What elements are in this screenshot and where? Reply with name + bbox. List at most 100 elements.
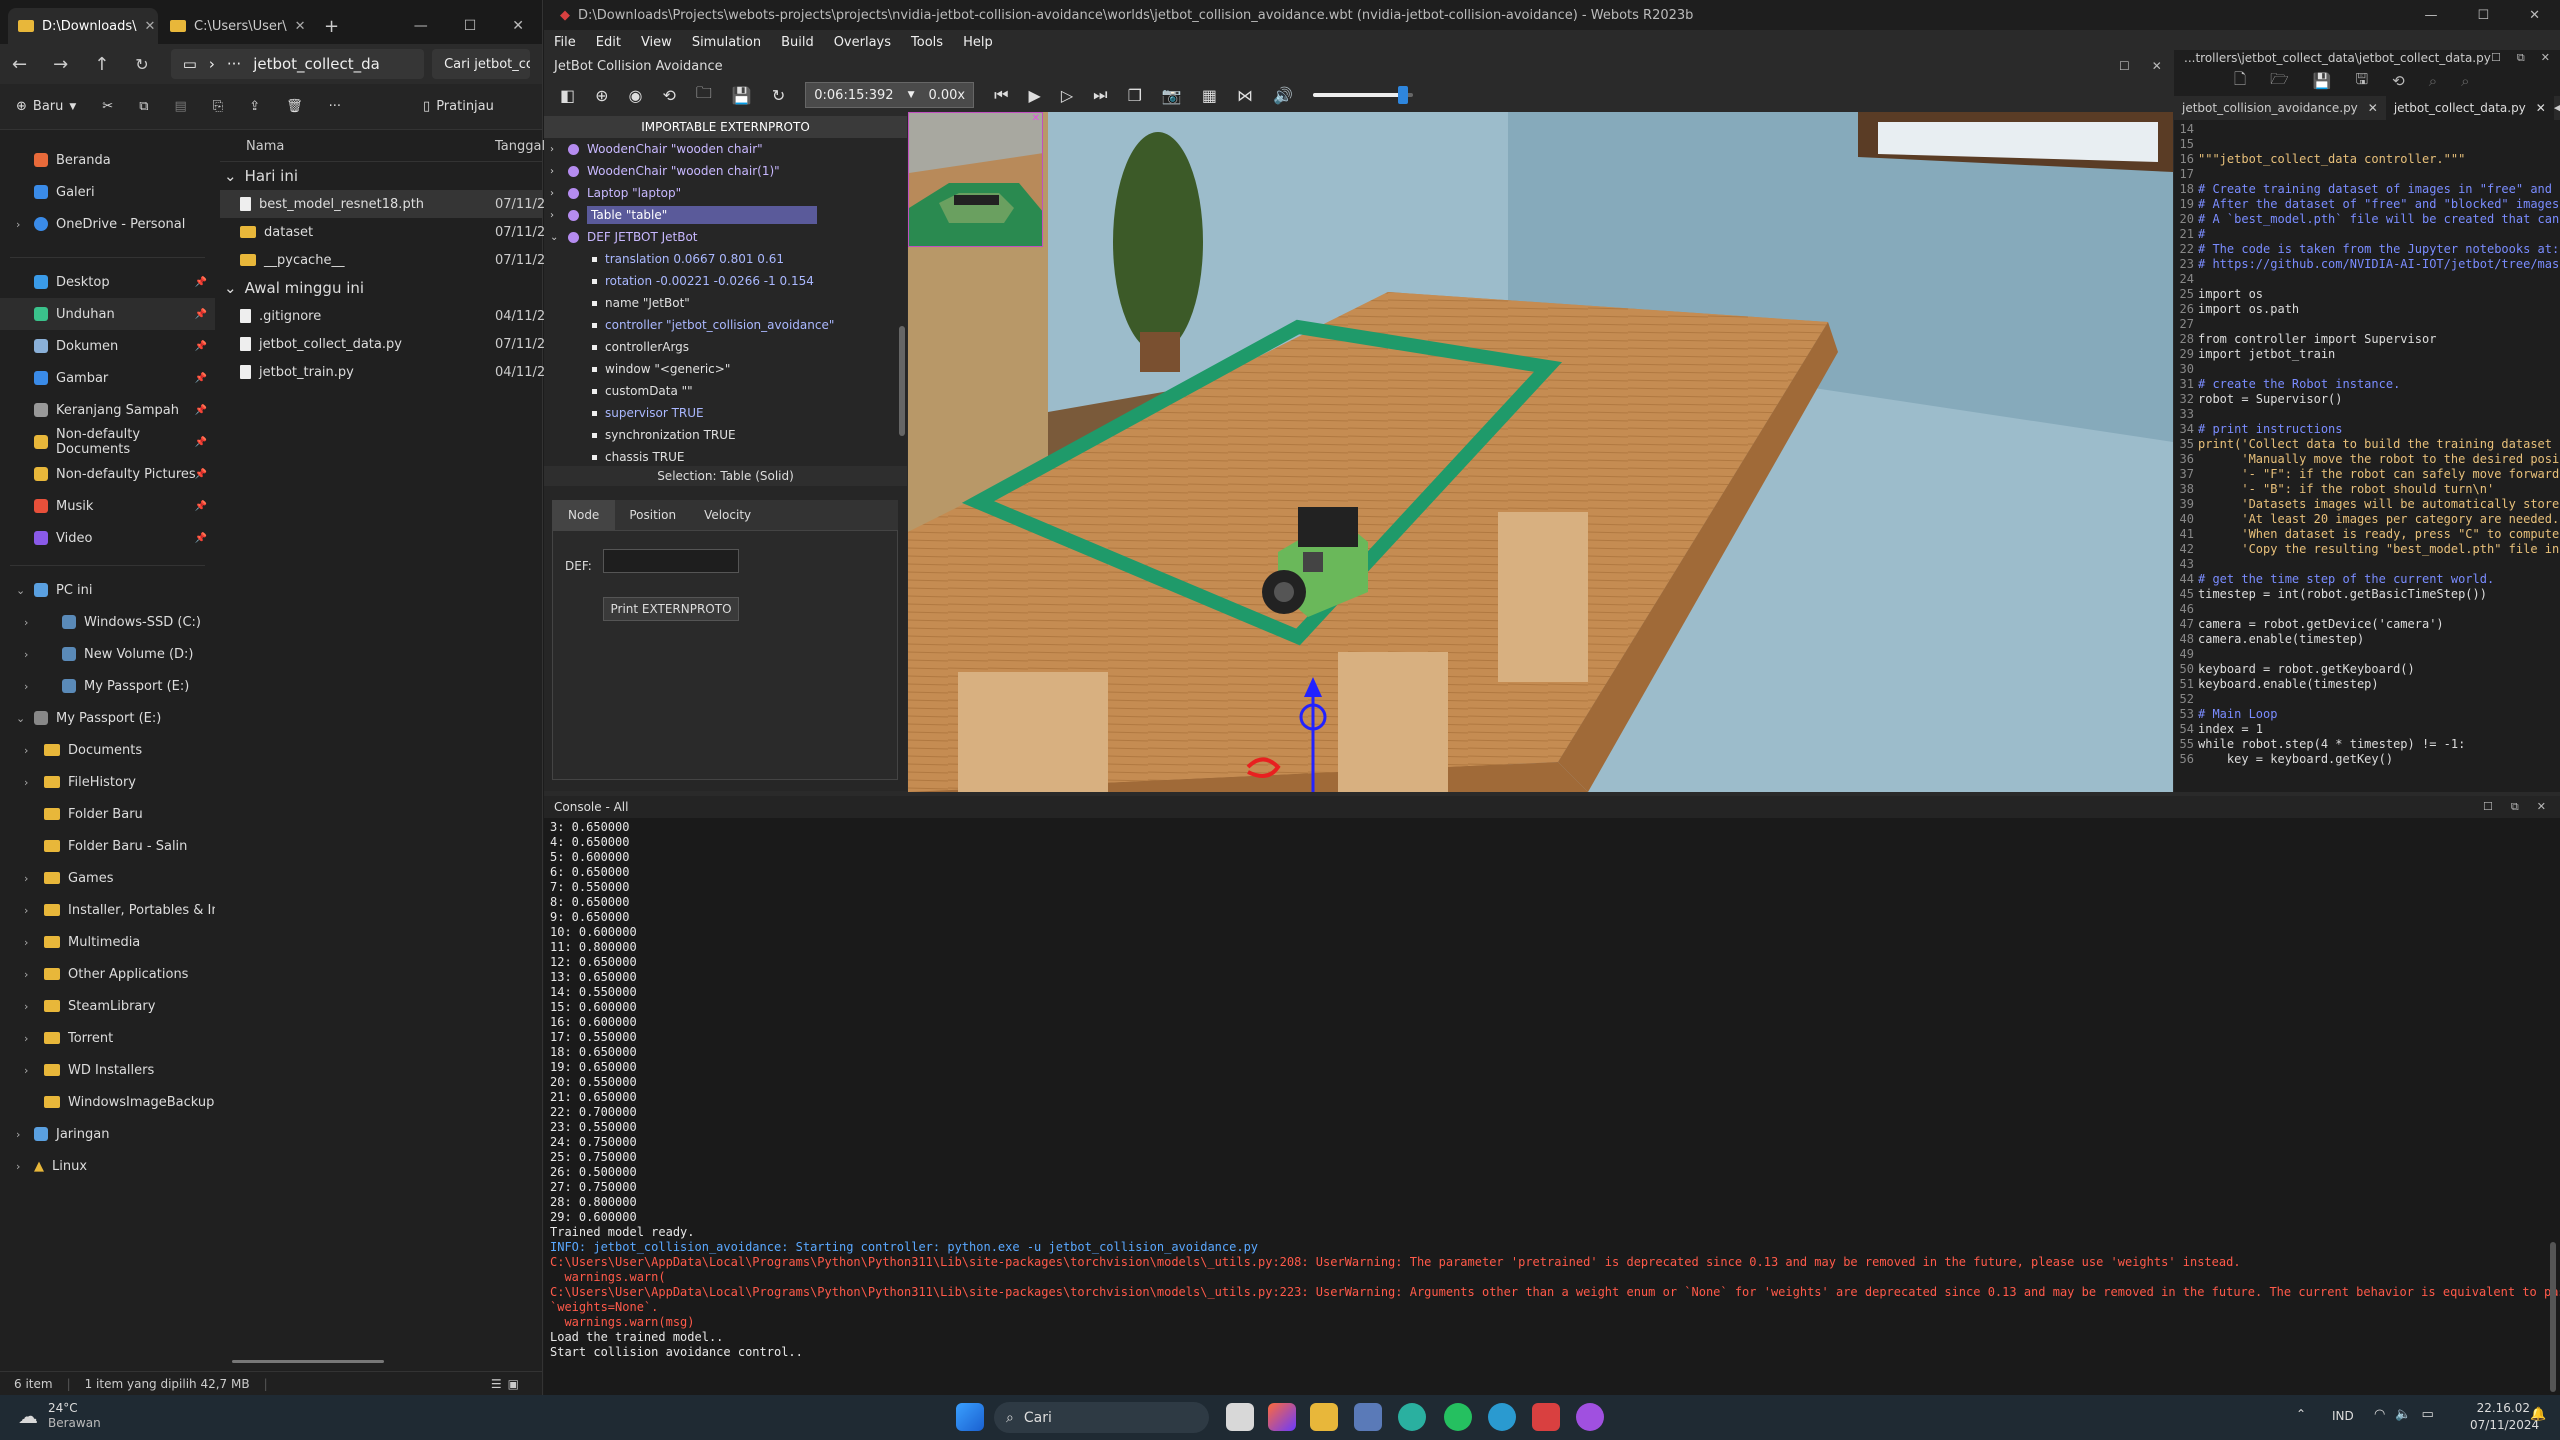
new-button[interactable]: ⊕ Baru ▼ bbox=[16, 99, 76, 114]
refresh-icon[interactable]: ↻ bbox=[135, 55, 148, 74]
nav-item-onedrive[interactable]: › OneDrive - Personal bbox=[0, 208, 215, 240]
chevron-right-icon[interactable]: › bbox=[24, 872, 28, 885]
paste-icon[interactable]: ▤ bbox=[175, 99, 187, 114]
open-file-icon[interactable]: 🗁 bbox=[2270, 69, 2289, 94]
pin-icon[interactable]: 📌 bbox=[195, 437, 207, 448]
edge-dev-icon[interactable] bbox=[1488, 1403, 1516, 1431]
close-tab-icon[interactable]: ✕ bbox=[145, 19, 156, 34]
nav-item-gallery[interactable]: Galeri bbox=[0, 176, 215, 208]
nav-item-pinned[interactable]: Non-defaulty Documents 📌 bbox=[0, 426, 215, 458]
minimize-icon[interactable]: — bbox=[414, 18, 428, 34]
chevron-right-icon[interactable]: › bbox=[24, 968, 28, 981]
file-row[interactable]: dataset 07/11/202 bbox=[220, 218, 562, 246]
scene-tree-node[interactable]: › WoodenChair "wooden chair" bbox=[544, 138, 907, 160]
delete-icon[interactable]: 🗑 bbox=[286, 99, 303, 114]
maximize-icon[interactable]: ⧉ bbox=[2517, 51, 2525, 65]
chevron-down-icon[interactable]: ⌄ bbox=[16, 584, 25, 597]
fast-forward-icon[interactable]: ⏭ bbox=[1093, 85, 1107, 105]
nav-item-drive[interactable]: › My Passport (E:) bbox=[0, 670, 215, 702]
share-icon[interactable]: ⋈ bbox=[1237, 86, 1253, 105]
save-world-icon[interactable]: 💾 bbox=[732, 86, 752, 105]
task-view-icon[interactable] bbox=[1226, 1403, 1254, 1431]
scene-tree-node[interactable]: ⌄ DEF JETBOT JetBot bbox=[544, 226, 907, 248]
volume-slider[interactable] bbox=[1312, 86, 1413, 104]
pin-icon[interactable]: 📌 bbox=[195, 405, 207, 416]
scene-tree-node[interactable]: › WoodenChair "wooden chair(1)" bbox=[544, 160, 907, 182]
close-tab-icon[interactable]: ✕ bbox=[295, 19, 306, 34]
pin-icon[interactable]: 📌 bbox=[195, 373, 207, 384]
nav-item-folder[interactable]: › Multimedia bbox=[0, 926, 215, 958]
3d-scene[interactable] bbox=[908, 112, 2173, 792]
print-externproto-button[interactable]: Print EXTERNPROTO bbox=[603, 597, 739, 621]
chevron-right-icon[interactable]: › bbox=[550, 210, 560, 221]
explorer-tab-downloads[interactable]: D:\Downloads\ ✕ bbox=[8, 8, 158, 44]
def-input[interactable] bbox=[603, 549, 739, 573]
minimize-icon[interactable]: — bbox=[2424, 8, 2437, 23]
nav-item-pinned[interactable]: Non-defaulty Pictures 📌 bbox=[0, 458, 215, 490]
copy-icon[interactable]: ⧉ bbox=[139, 99, 148, 114]
menu-item-help[interactable]: Help bbox=[963, 35, 993, 50]
nav-item-network[interactable]: › Jaringan bbox=[0, 1118, 215, 1150]
chevron-right-icon[interactable]: › bbox=[16, 1160, 20, 1173]
horizontal-scrollbar[interactable] bbox=[232, 1360, 384, 1363]
nav-item-folder[interactable]: Folder Baru - Salin bbox=[0, 830, 215, 862]
chevron-up-icon[interactable]: ⌃ bbox=[2296, 1407, 2306, 1421]
file-row[interactable]: best_model_resnet18.pth 07/11/202 bbox=[220, 190, 562, 218]
group-header-today[interactable]: ⌄ Hari ini bbox=[220, 162, 543, 190]
chevron-right-icon[interactable]: › bbox=[24, 680, 28, 693]
tab-velocity[interactable]: Velocity bbox=[690, 500, 765, 530]
column-name[interactable]: Nama bbox=[246, 139, 284, 154]
menu-item-overlays[interactable]: Overlays bbox=[834, 35, 891, 50]
nav-item-pinned[interactable]: Video 📌 bbox=[0, 522, 215, 554]
nav-item-linux[interactable]: › ▲ Linux bbox=[0, 1150, 215, 1182]
photos-icon[interactable] bbox=[1354, 1403, 1382, 1431]
scene-tree-field[interactable]: translation 0.0667 0.801 0.61 bbox=[544, 248, 907, 270]
scene-tree-scrollbar[interactable] bbox=[899, 326, 905, 436]
chevron-down-icon[interactable]: ▼ bbox=[908, 90, 915, 100]
undock-icon[interactable]: ☐ bbox=[2491, 51, 2501, 65]
nav-item-pinned[interactable]: Keranjang Sampah 📌 bbox=[0, 394, 215, 426]
details-view-icon[interactable]: ☰ bbox=[491, 1377, 502, 1391]
chevron-right-icon[interactable]: › bbox=[24, 1032, 28, 1045]
chevron-right-icon[interactable]: › bbox=[550, 144, 560, 155]
chevron-right-icon[interactable]: › bbox=[24, 616, 28, 629]
toggle-scene-tree-icon[interactable]: ◧ bbox=[560, 86, 575, 105]
revert-icon[interactable]: ⟲ bbox=[2392, 72, 2405, 90]
save-all-icon[interactable]: 🖫 bbox=[2355, 69, 2368, 94]
chevron-right-icon[interactable]: › bbox=[24, 744, 28, 757]
3d-viewport[interactable]: ✕ bbox=[908, 112, 2173, 792]
scene-tree-node[interactable]: › Table "table" bbox=[544, 204, 907, 226]
scene-tree-field[interactable]: rotation -0.00221 -0.0266 -1 0.154 bbox=[544, 270, 907, 292]
nav-item-this-pc[interactable]: ⌄ PC ini bbox=[0, 574, 215, 606]
preview-button[interactable]: ▯ Pratinjau bbox=[423, 99, 494, 114]
nav-item-drive[interactable]: › New Volume (D:) bbox=[0, 638, 215, 670]
file-row[interactable]: jetbot_collect_data.py 07/11/202 bbox=[220, 330, 562, 358]
maximize-icon[interactable]: ⧉ bbox=[2511, 800, 2519, 814]
pin-icon[interactable]: 📌 bbox=[195, 469, 207, 480]
nav-item-folder[interactable]: › SteamLibrary bbox=[0, 990, 215, 1022]
scene-tree-field[interactable]: controller "jetbot_collision_avoidance" bbox=[544, 314, 907, 336]
nav-item-folder[interactable]: › Installer, Portables & Images bbox=[0, 894, 215, 926]
more-icon[interactable]: ··· bbox=[227, 55, 241, 73]
volume-knob[interactable] bbox=[1397, 86, 1408, 104]
chevron-right-icon[interactable]: › bbox=[24, 648, 28, 661]
nav-item-my-passport[interactable]: ⌄ My Passport (E:) bbox=[0, 702, 215, 734]
chevron-right-icon[interactable]: › bbox=[24, 1000, 28, 1013]
record-icon[interactable]: ▦ bbox=[1202, 86, 1217, 105]
pin-icon[interactable]: 📌 bbox=[195, 533, 207, 544]
file-row[interactable]: .gitignore 04/11/202 bbox=[220, 302, 562, 330]
play-icon[interactable]: ▶ bbox=[1029, 86, 1041, 105]
tiles-view-icon[interactable]: ▣ bbox=[508, 1377, 519, 1391]
replace-icon[interactable]: ⌕ bbox=[2461, 72, 2469, 90]
chevron-right-icon[interactable]: › bbox=[16, 1128, 20, 1141]
nav-item-pinned[interactable]: Unduhan 📌 bbox=[0, 298, 215, 330]
weather-widget[interactable]: ☁ 24°C Berawan bbox=[18, 1401, 101, 1431]
nav-item-folder[interactable]: › Games bbox=[0, 862, 215, 894]
more-options-icon[interactable]: ··· bbox=[329, 99, 341, 114]
scene-tree-field[interactable]: window "<generic>" bbox=[544, 358, 907, 380]
cut-icon[interactable]: ✂ bbox=[102, 99, 113, 114]
nav-item-folder[interactable]: › Documents bbox=[0, 734, 215, 766]
pin-icon[interactable]: 📌 bbox=[195, 341, 207, 352]
close-tab-icon[interactable]: ✕ bbox=[2536, 101, 2546, 115]
share-icon[interactable]: ⇪ bbox=[249, 99, 260, 114]
